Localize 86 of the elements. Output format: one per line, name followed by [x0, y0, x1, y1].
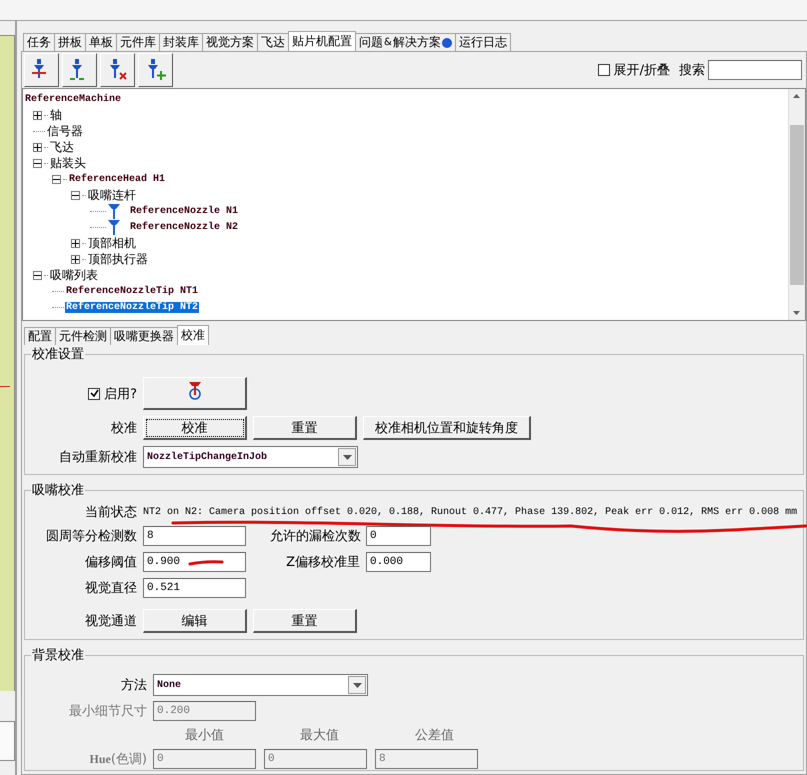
expand-toggle[interactable] — [33, 142, 42, 152]
number-field[interactable]: 8 — [143, 526, 246, 546]
action-button[interactable]: 校准相机位置和旋转角度 — [363, 416, 531, 440]
toolbar-button[interactable] — [24, 53, 59, 87]
column-header: 公差值 — [414, 727, 455, 744]
field-label: 方法 — [120, 677, 147, 694]
field-label: 允许的漏检次数 — [270, 528, 360, 545]
plus-icon — [34, 144, 41, 150]
dropdown-arrow-icon — [342, 454, 352, 460]
nozzle-target-icon — [188, 381, 202, 401]
tree-item[interactable]: ReferenceNozzle N1 — [129, 206, 240, 216]
number-field[interactable]: 0 — [366, 526, 431, 546]
tree-item[interactable]: 顶部相机 — [87, 234, 137, 252]
tree-item[interactable]: 轴 — [49, 106, 63, 124]
tab[interactable]: 单板 — [85, 33, 117, 51]
field-label: 视觉直径 — [84, 580, 137, 597]
tab[interactable]: 贴片机配置 — [288, 31, 356, 51]
field-label: 偏移阈值 — [84, 554, 137, 571]
expand-toggle[interactable] — [33, 110, 42, 120]
alert-dot — [442, 38, 452, 48]
field-label: Hue(色调) — [88, 751, 147, 768]
tab[interactable]: 配置 — [24, 327, 56, 345]
field-label: 校准 — [110, 420, 137, 437]
enable-checkbox[interactable]: 启用? — [31, 384, 137, 402]
toolbar-button[interactable] — [62, 53, 97, 87]
tree-item[interactable]: 飞达 — [49, 138, 75, 156]
tree-item[interactable]: ReferenceNozzleTip NT2 — [65, 302, 200, 312]
field-label: 圆周等分检测数 — [45, 528, 137, 545]
tree-item[interactable]: 顶部执行器 — [87, 250, 149, 268]
toolbar-button[interactable] — [138, 53, 173, 87]
recalibration-dropdown[interactable]: NozzleTipChangeInJob — [143, 446, 358, 468]
nozzle-icon — [107, 219, 121, 235]
tree-item[interactable]: 贴装头 — [49, 154, 87, 172]
field-label: Z偏移校准里 — [285, 554, 360, 571]
side-box — [0, 721, 15, 761]
expand-toggle[interactable] — [71, 254, 80, 264]
scrollbar[interactable] — [788, 89, 805, 320]
action-button[interactable]: 编辑 — [143, 609, 247, 633]
tree-item[interactable]: ReferenceNozzle N2 — [129, 222, 240, 232]
toolbar-button[interactable] — [100, 53, 135, 87]
search-field[interactable] — [708, 60, 802, 80]
tab[interactable]: 拼板 — [54, 33, 86, 51]
field-label: 视觉通道 — [84, 613, 137, 630]
status-text: NT2 on N2: Camera position offset 0.020, 0.188, Runout 0.477, Phase 139.802, Peak err 0.012, RMS err 0.008 mm — [143, 506, 798, 518]
tree-item[interactable]: ReferenceNozzleTip NT1 — [65, 286, 200, 296]
field-label: 自动重新校准 — [58, 449, 137, 466]
number-field[interactable]: 0.000 — [366, 552, 431, 572]
tab[interactable]: 运行日志 — [454, 33, 511, 51]
tree-item[interactable]: 吸嘴列表 — [49, 266, 99, 284]
field-label: 当前状态 — [84, 504, 137, 521]
group-title: 背景校准 — [31, 647, 85, 664]
tree-item[interactable]: 吸嘴连杆 — [87, 186, 137, 204]
nozzle-icon — [107, 203, 121, 219]
group-title: 校准设置 — [31, 346, 85, 363]
expand-collapse-checkbox[interactable]: 展开/折叠 — [598, 61, 670, 79]
dropdown-arrow-icon — [352, 682, 362, 688]
plus-icon — [72, 240, 79, 246]
tab[interactable]: 任务 — [23, 33, 55, 51]
collapse-toggle[interactable] — [33, 158, 42, 168]
action-button[interactable]: 重置 — [253, 416, 357, 440]
tree-item[interactable]: ReferenceHead H1 — [68, 174, 166, 184]
checkmark-icon — [90, 389, 99, 398]
tab[interactable]: 校准 — [177, 325, 209, 345]
collapse-toggle[interactable] — [71, 190, 80, 200]
collapse-toggle[interactable] — [52, 174, 61, 184]
action-button[interactable]: 校准 — [143, 416, 247, 440]
expand-toggle[interactable] — [71, 238, 80, 248]
column-header: 最小值 — [184, 727, 225, 744]
tab[interactable]: 元件检测 — [55, 327, 111, 345]
tab[interactable]: 问题&解决方案 — [355, 33, 456, 51]
tab[interactable]: 视觉方案 — [202, 33, 258, 51]
tree-item[interactable]: 信号器 — [46, 122, 84, 140]
column-header: 最大值 — [299, 727, 340, 744]
plus-icon — [34, 112, 41, 118]
tree-item[interactable]: ReferenceMachine — [24, 94, 122, 104]
action-button[interactable]: 重置 — [253, 609, 357, 633]
group-title: 吸嘴校准 — [31, 482, 85, 499]
tab[interactable]: 吸嘴更换器 — [110, 327, 178, 345]
tab[interactable]: 元件库 — [116, 33, 160, 51]
number-field[interactable]: 0.900 — [143, 552, 246, 572]
search-label: 搜索 — [679, 62, 705, 79]
collapse-toggle[interactable] — [33, 270, 42, 280]
number-field[interactable]: 0.521 — [143, 578, 246, 598]
field-label: 最小细节尺寸 — [68, 703, 147, 720]
plus-icon — [72, 256, 79, 262]
calibration-icon-button[interactable] — [143, 377, 247, 410]
